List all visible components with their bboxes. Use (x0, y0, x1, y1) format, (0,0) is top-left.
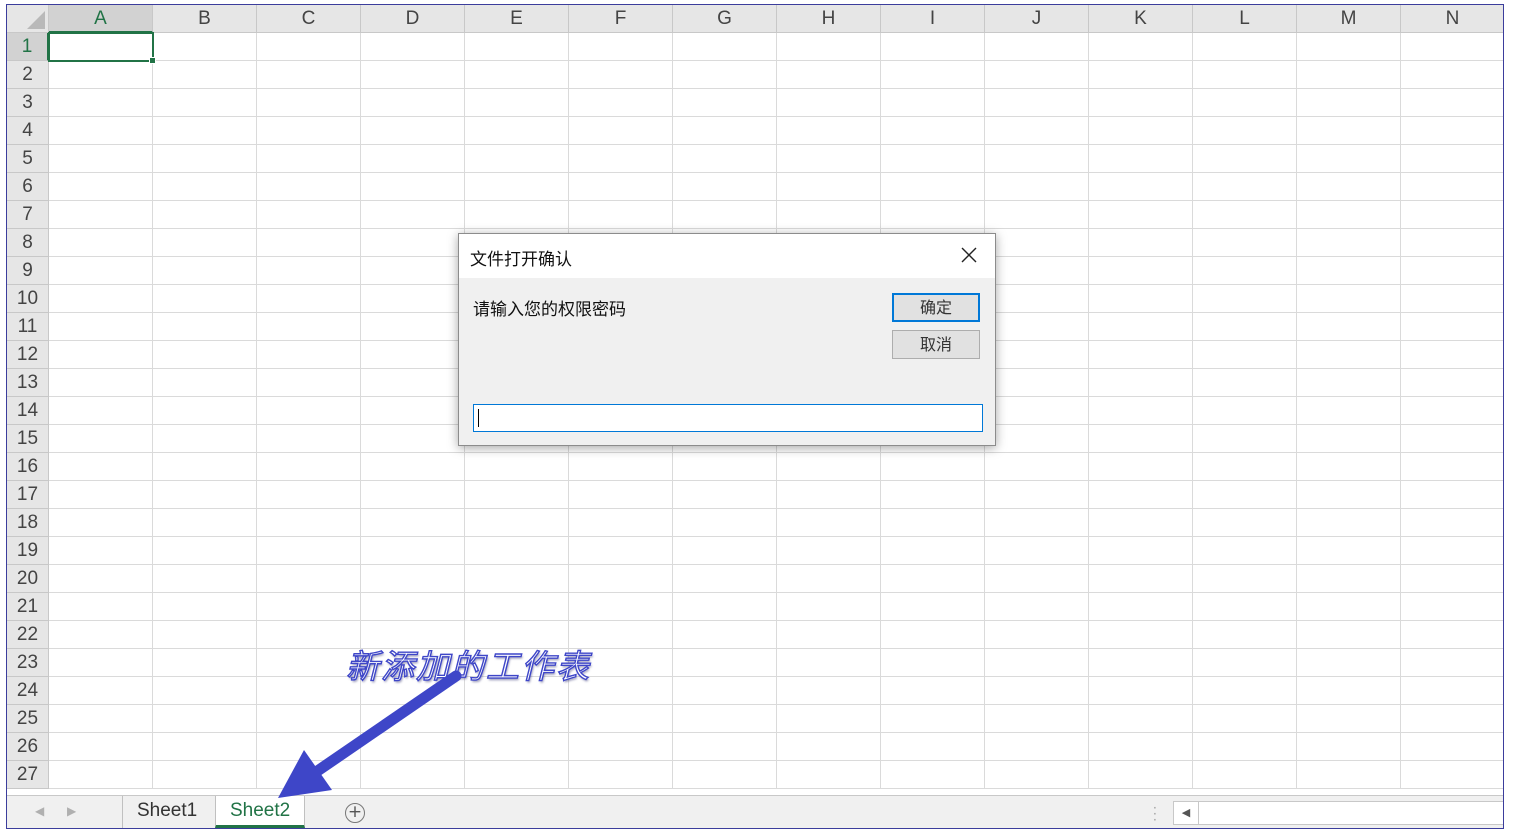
scroll-left-icon[interactable]: ◀ (1174, 802, 1199, 824)
plus-circle-icon[interactable]: + (345, 803, 365, 823)
row-header-7[interactable]: 7 (7, 201, 49, 229)
row-header-12[interactable]: 12 (7, 341, 49, 369)
horizontal-scrollbar[interactable]: ◀ (1173, 801, 1503, 825)
sheet-tab-bar: ◀ ▶ Sheet1 Sheet2 + · · · ◀ (7, 795, 1503, 828)
column-headers: ABCDEFGHIJKLMN (49, 5, 1503, 33)
select-all-corner[interactable] (7, 5, 49, 33)
row-header-17[interactable]: 17 (7, 481, 49, 509)
row-headers: 1 2 3 4 5 6 7 8 9 10 11 12 13 14 15 16 17 18 19 20 21 22 23 24 2… (7, 33, 49, 789)
row-header-16[interactable]: 16 (7, 453, 49, 481)
column-header-e[interactable]: E (465, 5, 569, 33)
column-header-d[interactable]: D (361, 5, 465, 33)
row-header-27[interactable]: 27 (7, 761, 49, 789)
column-header-l[interactable]: L (1193, 5, 1297, 33)
row-header-23[interactable]: 23 (7, 649, 49, 677)
column-header-h[interactable]: H (777, 5, 881, 33)
column-header-n[interactable]: N (1401, 5, 1503, 33)
row-header-6[interactable]: 6 (7, 173, 49, 201)
row-header-11[interactable]: 11 (7, 313, 49, 341)
row-header-9[interactable]: 9 (7, 257, 49, 285)
column-header-k[interactable]: K (1089, 5, 1193, 33)
sheet-tab-sheet1[interactable]: Sheet1 (122, 796, 211, 828)
row-header-24[interactable]: 24 (7, 677, 49, 705)
dialog-prompt: 请输入您的权限密码 (473, 300, 626, 320)
row-header-4[interactable]: 4 (7, 117, 49, 145)
fill-handle[interactable] (149, 57, 156, 64)
cancel-button[interactable]: 取消 (892, 330, 980, 359)
close-icon[interactable] (957, 243, 981, 267)
row-header-19[interactable]: 19 (7, 537, 49, 565)
row-header-14[interactable]: 14 (7, 397, 49, 425)
annotation-arrow-icon (278, 670, 462, 798)
chevron-right-icon[interactable]: ▶ (67, 804, 76, 818)
ok-button[interactable]: 确定 (892, 293, 980, 322)
row-header-18[interactable]: 18 (7, 509, 49, 537)
text-caret (478, 409, 479, 427)
column-header-m[interactable]: M (1297, 5, 1401, 33)
column-header-j[interactable]: J (985, 5, 1089, 33)
password-input[interactable] (473, 404, 983, 432)
row-header-5[interactable]: 5 (7, 145, 49, 173)
row-header-2[interactable]: 2 (7, 61, 49, 89)
column-header-g[interactable]: G (673, 5, 777, 33)
chevron-left-icon[interactable]: ◀ (35, 804, 44, 818)
row-header-8[interactable]: 8 (7, 229, 49, 257)
column-header-c[interactable]: C (257, 5, 361, 33)
dialog-titlebar: 文件打开确认 (459, 234, 995, 278)
row-header-21[interactable]: 21 (7, 593, 49, 621)
row-header-22[interactable]: 22 (7, 621, 49, 649)
split-handle-icon[interactable]: · · · (1153, 802, 1157, 826)
row-header-25[interactable]: 25 (7, 705, 49, 733)
row-header-15[interactable]: 15 (7, 425, 49, 453)
row-header-3[interactable]: 3 (7, 89, 49, 117)
row-header-1[interactable]: 1 (7, 33, 49, 61)
row-header-26[interactable]: 26 (7, 733, 49, 761)
row-header-10[interactable]: 10 (7, 285, 49, 313)
column-header-a[interactable]: A (49, 5, 153, 33)
password-dialog: 文件打开确认 请输入您的权限密码 确定 取消 (458, 233, 996, 446)
row-header-20[interactable]: 20 (7, 565, 49, 593)
dialog-title: 文件打开确认 (470, 250, 572, 270)
row-header-13[interactable]: 13 (7, 369, 49, 397)
column-header-b[interactable]: B (153, 5, 257, 33)
column-header-f[interactable]: F (569, 5, 673, 33)
selected-cell-a1[interactable] (48, 32, 156, 64)
column-header-i[interactable]: I (881, 5, 985, 33)
